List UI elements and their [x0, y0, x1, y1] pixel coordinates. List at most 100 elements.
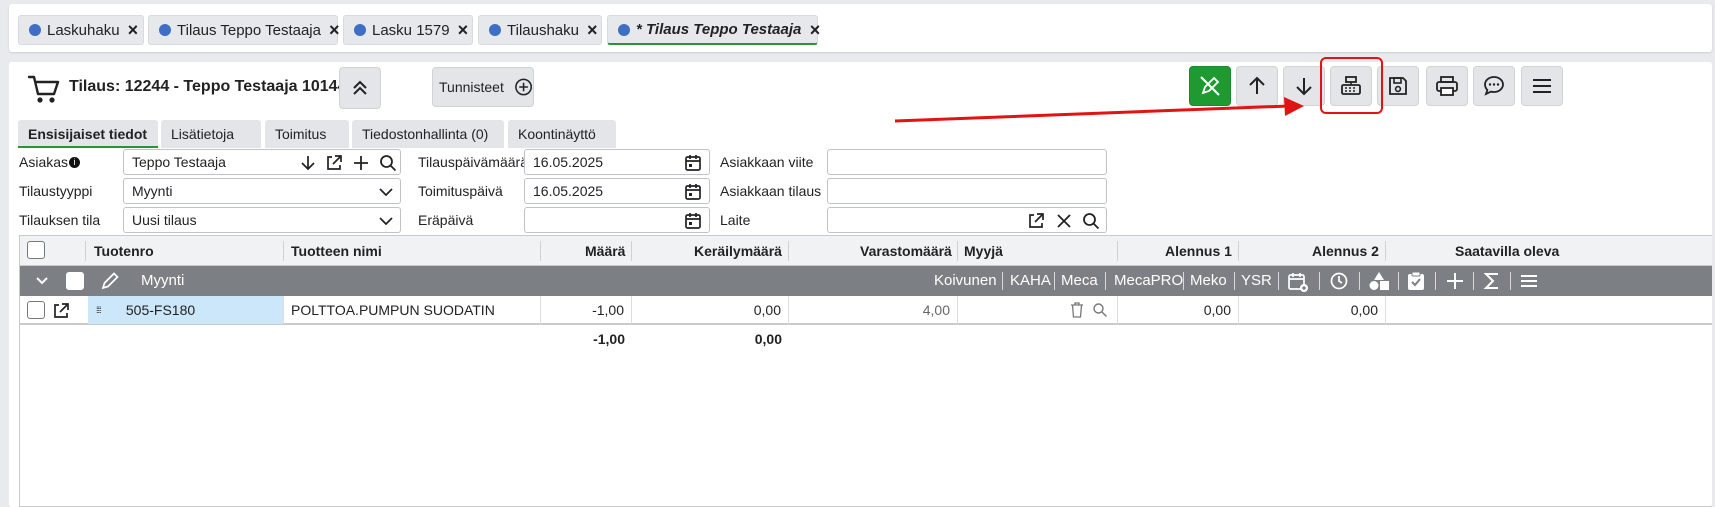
tab-toimitus[interactable]: Toimitus [265, 120, 349, 148]
cell-tuotenro[interactable]: ⁞⁞⁞ 505-FS180 [88, 296, 284, 324]
col-saatavilla-oleva[interactable]: Saatavilla oleva [1455, 243, 1559, 259]
table-row[interactable]: ⁞⁞⁞ 505-FS180 POLTTOA.PUMPUN SUODATIN -1… [20, 296, 1712, 325]
cell-kerailymaara[interactable]: 0,00 [632, 296, 789, 324]
open-external-icon[interactable] [51, 301, 71, 321]
col-alennus-2[interactable]: Alennus 2 [1312, 243, 1379, 259]
open-external-icon[interactable] [1026, 211, 1046, 231]
doc-tab-active-tilaus[interactable]: * Tilaus Teppo Testaaja × [607, 15, 820, 45]
tab-koontinaytto[interactable]: Koontinäyttö [508, 120, 616, 148]
print-button[interactable] [1426, 66, 1468, 106]
close-icon[interactable]: × [128, 21, 139, 39]
doc-tab-tilaushaku[interactable]: Tilaushaku × [478, 15, 602, 45]
cell-alennus-2[interactable]: 0,00 [1239, 296, 1386, 324]
group-link-meca[interactable]: Meca [1061, 272, 1098, 289]
tags-button[interactable]: Tunnisteet [432, 67, 534, 107]
document-tab-strip: Laskuhaku × Tilaus Teppo Testaaja × Lask… [9, 4, 1712, 52]
doc-tab-lasku-1579[interactable]: Lasku 1579 × [343, 15, 473, 45]
comments-button[interactable] [1473, 66, 1515, 106]
print-icon [1436, 76, 1458, 96]
search-icon[interactable] [378, 153, 398, 173]
asiakkaan-viite-label: Asiakkaan viite [720, 154, 814, 170]
col-alennus-1[interactable]: Alennus 1 [1165, 243, 1232, 259]
info-icon[interactable]: i [69, 157, 81, 168]
tab-tiedostonhallinta[interactable]: Tiedostonhallinta (0) [352, 120, 504, 148]
tilauspvm-label: Tilauspäivämäärä [418, 154, 528, 170]
tilaustyyppi-label: Tilaustyyppi [19, 183, 93, 199]
close-icon[interactable]: × [809, 21, 820, 39]
asiakkaan-tilaus-field[interactable] [827, 178, 1107, 204]
doc-tab-laskuhaku[interactable]: Laskuhaku × [18, 15, 144, 45]
col-tuotteen-nimi[interactable]: Tuotteen nimi [291, 243, 382, 259]
close-icon[interactable]: × [458, 21, 469, 39]
row-checkbox[interactable] [27, 301, 45, 319]
cell-tuotteen-nimi[interactable]: POLTTOA.PUMPUN SUODATIN [284, 296, 541, 324]
cell-varastomaara[interactable]: 4,00 [789, 296, 958, 324]
calendar-icon[interactable] [683, 153, 703, 173]
calendar-add-icon[interactable] [1287, 271, 1309, 293]
chevron-down-icon[interactable] [35, 274, 49, 288]
tuotenro-value: 505-FS180 [125, 302, 196, 318]
collapse-header-button[interactable] [339, 67, 381, 109]
cell-saatavilla-oleva[interactable] [1386, 296, 1713, 324]
menu-icon[interactable] [1519, 271, 1539, 291]
group-link-kaha[interactable]: KAHA [1010, 272, 1051, 289]
group-link-ysr[interactable]: YSR [1241, 272, 1272, 289]
plus-icon[interactable] [1445, 271, 1465, 291]
pencil-icon[interactable] [100, 271, 120, 291]
col-myyja[interactable]: Myyjä [964, 243, 1003, 259]
chat-icon [1484, 76, 1504, 96]
laite-label: Laite [720, 212, 751, 228]
col-varastomaara[interactable]: Varastomäärä [860, 243, 952, 259]
asiakas-value: Teppo Testaaja [132, 154, 226, 170]
tab-dot-icon [29, 24, 41, 36]
trash-icon[interactable] [1070, 302, 1084, 318]
chevron-down-icon [379, 188, 393, 197]
select-all-checkbox[interactable] [27, 241, 45, 259]
cell-alennus-1[interactable]: 0,00 [1118, 296, 1239, 324]
group-link-koivunen[interactable]: Koivunen [934, 272, 997, 289]
tilaustyyppi-select[interactable]: Myynti [123, 178, 401, 204]
tilauksen-tila-select[interactable]: Uusi tilaus [123, 207, 401, 233]
tilauksen-tila-label: Tilauksen tila [19, 212, 101, 228]
calendar-icon[interactable] [683, 182, 703, 202]
toimituspvm-field[interactable]: 16.05.2025 [524, 178, 710, 204]
cell-maara[interactable]: -1,00 [541, 296, 632, 324]
group-link-mecapro[interactable]: MecaPRO [1114, 272, 1183, 289]
sum-icon[interactable] [1482, 271, 1502, 291]
drag-handle-icon[interactable]: ⁞⁞⁞ [96, 305, 108, 315]
col-kerailymaara[interactable]: Keräilymäärä [694, 243, 782, 259]
erapaiva-field[interactable] [524, 207, 710, 233]
search-icon[interactable] [1092, 302, 1108, 318]
grid-header: Tuotenro Tuotteen nimi Määrä Keräilymäär… [20, 236, 1712, 266]
save-button[interactable] [1377, 66, 1419, 106]
group-checkbox[interactable] [66, 272, 84, 290]
tilauspvm-field[interactable]: 16.05.2025 [524, 149, 710, 175]
group-link-meko[interactable]: Meko [1190, 272, 1227, 289]
tab-dot-icon [159, 24, 171, 36]
history-icon[interactable] [1329, 271, 1349, 291]
tab-dot-icon [489, 24, 501, 36]
close-icon[interactable]: × [329, 21, 340, 39]
cell-myyja[interactable] [958, 296, 1118, 324]
search-icon[interactable] [1081, 211, 1101, 231]
col-maara[interactable]: Määrä [585, 243, 625, 259]
page-title: Tilaus: 12244 - Teppo Testaaja 10144 [69, 78, 347, 95]
tab-ensisijaiset-tiedot[interactable]: Ensisijaiset tiedot [18, 120, 158, 148]
main-menu-button[interactable] [1521, 66, 1563, 106]
calendar-icon[interactable] [683, 211, 703, 231]
tilauksen-tila-value: Uusi tilaus [132, 212, 197, 228]
arrow-down-icon[interactable] [298, 153, 318, 173]
clear-icon[interactable] [1054, 211, 1074, 231]
plus-icon[interactable] [351, 153, 371, 173]
col-tuotenro[interactable]: Tuotenro [94, 243, 154, 259]
doc-tab-tilaus-teppo[interactable]: Tilaus Teppo Testaaja × [148, 15, 340, 45]
chevron-down-icon [379, 217, 393, 226]
asiakas-field[interactable]: Teppo Testaaja [123, 149, 401, 175]
asiakkaan-viite-field[interactable] [827, 149, 1107, 175]
close-icon[interactable]: × [587, 21, 598, 39]
tab-lisatietoja[interactable]: Lisätietoja [161, 120, 261, 148]
open-external-icon[interactable] [324, 153, 344, 173]
clipboard-check-icon[interactable] [1407, 271, 1425, 291]
shapes-icon[interactable] [1368, 271, 1390, 291]
laite-field[interactable] [827, 207, 1107, 233]
